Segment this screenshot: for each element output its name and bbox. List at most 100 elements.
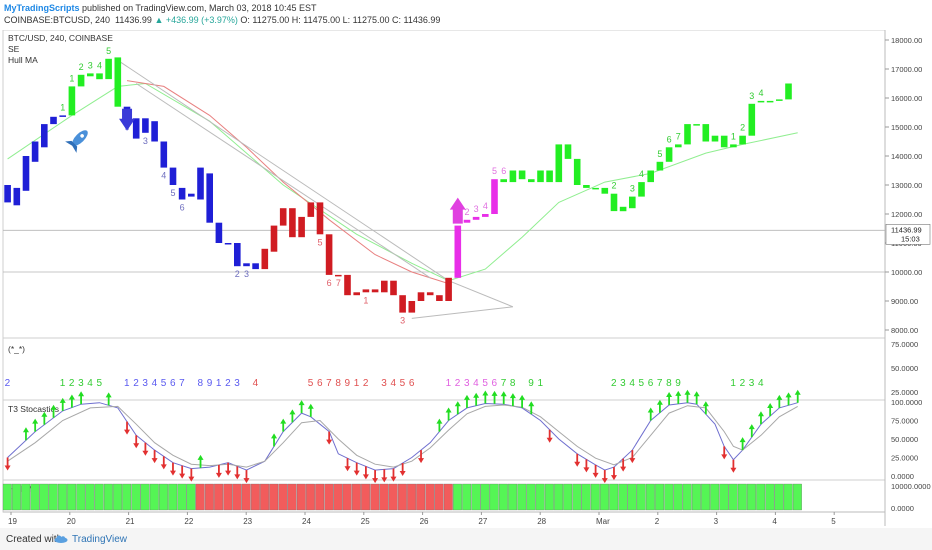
stoch-down-arrow-head xyxy=(160,464,167,470)
candle xyxy=(4,185,11,203)
count-digit: 4 xyxy=(473,378,479,389)
stoch-up-arrow-head xyxy=(500,391,507,397)
count-digit: 2 xyxy=(363,378,369,389)
count-digit: 6 xyxy=(170,378,176,389)
candle xyxy=(132,118,140,139)
hull-bar xyxy=(701,483,711,511)
chart-canvas[interactable]: BTC/USD, 240, COINBASE SE Hull MA 8000.0… xyxy=(0,30,932,550)
hull-bar xyxy=(379,483,389,511)
hull-bar xyxy=(627,483,637,511)
count-digit: 6 xyxy=(409,378,415,389)
publisher-link[interactable]: MyTradingScripts xyxy=(4,3,80,13)
hull-bar xyxy=(563,483,573,511)
stoch-up-arrow-head xyxy=(647,407,654,413)
count-digit: 7 xyxy=(179,378,185,389)
hull-bar xyxy=(204,483,214,511)
time-tick-label: 24 xyxy=(302,517,311,526)
hull-bar xyxy=(186,483,196,511)
stoch-up-arrow-head xyxy=(32,418,39,424)
count-digit: 5 xyxy=(639,378,645,389)
candle xyxy=(22,156,30,191)
hull-bar xyxy=(12,483,21,511)
pane-frame xyxy=(2,30,886,339)
stoch-down-arrow-head xyxy=(583,467,590,473)
stoch-down-arrow-head xyxy=(124,429,131,435)
hull-bar xyxy=(269,483,279,511)
stoch-up-arrow-head xyxy=(757,411,764,417)
price-tick-label: 9000.00 xyxy=(891,297,918,306)
stoch-up-arrow-head xyxy=(785,392,792,398)
hull-bar xyxy=(673,483,683,511)
count-digit: 3 xyxy=(78,378,84,389)
hull-bar xyxy=(296,483,306,511)
candle xyxy=(325,234,333,275)
stoch-down-arrow-head xyxy=(418,458,425,464)
count-label: 3 xyxy=(474,204,479,214)
stoch-up-arrow-head xyxy=(666,391,673,397)
candle xyxy=(454,225,462,278)
count-digit: 4 xyxy=(390,378,396,389)
candle xyxy=(491,179,498,214)
stoch-tick-label: 100.0000 xyxy=(891,398,922,407)
stoch-up-arrow-head xyxy=(482,390,489,396)
count-digit: 7 xyxy=(326,378,332,389)
candle xyxy=(289,208,296,238)
hull-bar xyxy=(2,483,12,511)
stoch-down-arrow-head xyxy=(344,466,351,472)
candle xyxy=(564,144,572,159)
stoch-down-arrow-head xyxy=(151,458,158,464)
candle xyxy=(215,222,223,243)
stoch-up-arrow-head xyxy=(748,424,755,430)
hull-bar xyxy=(85,483,95,511)
stoch-up-arrow-head xyxy=(463,394,470,400)
signal-tick-label: 75.0000 xyxy=(891,340,918,349)
count-digit: 9 xyxy=(675,378,681,389)
stoch-down-arrow-head xyxy=(4,465,11,471)
candle xyxy=(638,182,645,197)
hull-bar xyxy=(214,483,224,511)
stoch-down-arrow-head xyxy=(721,454,728,460)
last-price-label: 11436.99 xyxy=(891,225,922,234)
hull-bar xyxy=(443,483,453,511)
candle xyxy=(436,295,443,301)
tradingview-link[interactable]: TradingView xyxy=(72,534,127,545)
candle xyxy=(684,124,691,145)
count-label: 3 xyxy=(630,184,635,194)
candle xyxy=(390,280,397,296)
time-tick-label: 4 xyxy=(772,517,777,526)
hull-ma-pane[interactable]: Hull MA10000.00000.0000 xyxy=(2,482,931,513)
time-tick-label: 22 xyxy=(184,517,193,526)
candle xyxy=(583,185,590,188)
hull-bar xyxy=(159,483,168,511)
price-tick-label: 18000.00 xyxy=(891,36,922,45)
count-digit: 9 xyxy=(528,378,534,389)
candle xyxy=(445,277,452,301)
hull-bar xyxy=(324,483,334,511)
candle xyxy=(96,73,103,80)
hull-bar xyxy=(471,483,481,511)
price-pane[interactable]: BTC/USD, 240, COINBASE SE Hull MA 8000.0… xyxy=(3,33,931,335)
count-digit: 4 xyxy=(629,378,635,389)
hull-bar xyxy=(636,483,646,511)
candle xyxy=(188,193,195,197)
stoch-up-arrow-head xyxy=(436,418,443,424)
hull-bar xyxy=(719,483,729,511)
time-tick-label: 25 xyxy=(361,517,370,526)
hull-bar xyxy=(691,483,701,511)
stoch-down-arrow-head xyxy=(225,470,232,476)
stoch-up-arrow-head xyxy=(675,390,682,396)
count-label: 3 xyxy=(400,316,405,326)
hull-bar xyxy=(756,483,766,511)
candle xyxy=(647,170,654,183)
stoch-up-arrow-head xyxy=(528,401,535,407)
hull-bar xyxy=(774,483,784,511)
stoch-up-arrow-head xyxy=(280,418,287,424)
count-digit: 1 xyxy=(124,378,130,389)
hull-bar xyxy=(361,483,371,511)
count-digit: 2 xyxy=(5,378,11,389)
trend-line xyxy=(411,306,513,319)
publish-info: published on TradingView.com, March 03, … xyxy=(82,3,317,13)
count-digit: 4 xyxy=(87,378,93,389)
candle xyxy=(13,187,21,206)
stochastics-pane[interactable]: (*_*) 75.000050.000025.00002 1 2 3 4 5 1 2 3 4 5 6 7 8… xyxy=(4,340,923,484)
